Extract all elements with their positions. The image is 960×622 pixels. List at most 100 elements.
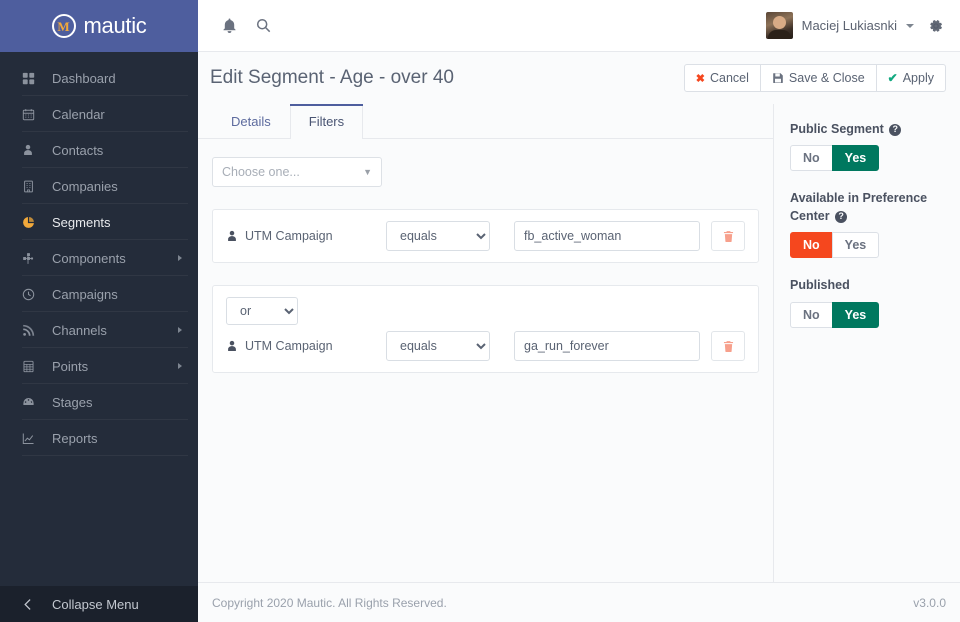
sidebar-item-companies[interactable]: Companies [0,168,198,204]
help-icon[interactable]: ? [835,210,848,223]
content-column: Details Filters Choose one... ▼ UTM Campa… [198,104,773,582]
chevron-right-icon [178,327,182,333]
grid-icon [22,72,44,85]
add-filter-select[interactable]: Choose one... ▼ [212,157,382,187]
puzzle-icon [22,252,44,265]
filter-field-name: UTM Campaign [245,339,333,353]
disk-icon [772,72,784,84]
cancel-button[interactable]: ✖ Cancel [683,64,761,92]
sidebar-item-channels[interactable]: Channels [0,312,198,348]
footer: Copyright 2020 Mautic. All Rights Reserv… [198,582,960,622]
filter-group: UTM Campaign equalsnot equalscontainsstar… [212,209,759,263]
sidebar-item-label: Channels [52,322,107,338]
tab-filters[interactable]: Filters [289,104,364,139]
sidebar-item-campaigns[interactable]: Campaigns [0,276,198,312]
toggle-label-text: Public Segment [790,122,884,136]
save-close-button[interactable]: Save & Close [759,64,877,92]
filter-row: UTM Campaign equalsnot equalscontainsstar… [226,331,745,361]
sidebar-item-contacts[interactable]: Contacts [0,132,198,168]
filter-comparison-select[interactable]: equalsnot equalscontainsstarts with [386,221,490,251]
person-icon [226,230,238,242]
user-menu[interactable]: Maciej Lukiasnki [765,12,914,39]
clock-icon [22,288,44,301]
toggle-option-yes[interactable]: Yes [831,301,880,328]
filter-group: andor UTM Campaign equalsnot equalscontain… [212,285,759,373]
sidebar-item-label: Components [52,250,126,266]
filter-value-input[interactable] [514,331,700,361]
chart-line-icon [22,432,44,445]
page-header: Edit Segment - Age - over 40 ✖ Cancel Save… [198,52,960,104]
sidebar-collapse-label: Collapse Menu [52,596,139,612]
button-label: Save & Close [788,71,865,85]
sidebar-item-label: Dashboard [52,70,116,86]
sidebar-item-calendar[interactable]: Calendar [0,96,198,132]
chevron-down-icon: ▼ [363,167,372,177]
button-label: Cancel [710,71,749,85]
chevron-right-icon [178,255,182,261]
toggle-group: No Yes [790,232,946,259]
tab-details[interactable]: Details [212,104,290,138]
mautic-logo-icon: M [51,14,76,38]
toggle-label: Published [790,276,946,294]
filter-delete-button[interactable] [711,221,745,251]
sidebar-item-stages[interactable]: Stages [0,384,198,420]
sidebar: M mautic Dashboard Calendar Contacts Compan… [0,0,198,622]
search-icon[interactable] [246,9,280,43]
page-title: Edit Segment - Age - over 40 [210,67,454,88]
avatar [765,12,793,39]
sidebar-item-collapse-menu[interactable]: Collapse Menu [0,586,198,622]
gauge-icon [22,396,44,409]
right-panel: Public Segment ? No Yes Available in Prefer… [773,104,960,582]
check-icon: ✔ [887,71,898,85]
toggle-label-text: Published [790,278,850,293]
filter-comparison-select[interactable]: equalsnot equalscontainsstarts with [386,331,490,361]
toggle-label: Public Segment ? [790,120,946,138]
sidebar-item-dashboard[interactable]: Dashboard [0,60,198,96]
sidebar-item-label: Campaigns [52,286,118,302]
chevron-right-icon [178,363,182,369]
sidebar-item-points[interactable]: Points [0,348,198,384]
toggle-option-no[interactable]: No [790,301,833,328]
bell-icon[interactable] [212,9,246,43]
filter-glue-select[interactable]: andor [226,297,298,325]
sidebar-item-components[interactable]: Components [0,240,198,276]
help-icon[interactable]: ? [889,123,902,136]
sidebar-item-reports[interactable]: Reports [0,420,198,456]
sidebar-item-label: Reports [52,430,98,446]
apply-button[interactable]: ✔ Apply [875,64,946,92]
toggle-label-text: Available in Preference Center [790,191,928,224]
x-icon: ✖ [695,72,705,85]
filter-field-name: UTM Campaign [245,229,333,243]
filter-groups: UTM Campaign equalsnot equalscontainsstar… [212,209,759,373]
gear-icon[interactable] [928,18,944,34]
toggle-option-yes[interactable]: Yes [831,232,880,259]
toggle-option-yes[interactable]: Yes [831,145,880,172]
building-icon [22,180,44,193]
toggle-group: No Yes [790,145,946,172]
user-name: Maciej Lukiasnki [801,18,897,33]
toggle-option-no[interactable]: No [790,232,833,259]
sidebar-item-label: Calendar [52,106,105,122]
brand-name: mautic [83,13,147,38]
brand-logo[interactable]: M mautic [0,0,198,52]
sidebar-item-segments[interactable]: Segments [0,204,198,240]
button-label: Apply [902,71,934,85]
calendar-icon [22,108,44,121]
filter-field-label: UTM Campaign [226,339,386,353]
chevron-left-icon [22,598,44,611]
toggle-option-no[interactable]: No [790,145,833,172]
filter-value-input[interactable] [514,221,700,251]
person-icon [22,144,44,156]
sidebar-item-label: Segments [52,214,111,230]
footer-copyright: Copyright 2020 Mautic. All Rights Reserv… [212,595,447,610]
filter-delete-button[interactable] [711,331,745,361]
page-action-buttons: ✖ Cancel Save & Close ✔ Apply [683,64,946,92]
body-split: Details Filters Choose one... ▼ UTM Campa… [198,104,960,582]
topbar: Maciej Lukiasnki [198,0,960,52]
footer-version: v3.0.0 [913,595,946,610]
chevron-down-icon [906,23,914,28]
filter-glue-wrap: andor [226,297,745,325]
sidebar-nav: Dashboard Calendar Contacts Companies Segmen… [0,52,198,586]
sidebar-item-label: Contacts [52,142,104,158]
pie-chart-icon [22,216,44,229]
